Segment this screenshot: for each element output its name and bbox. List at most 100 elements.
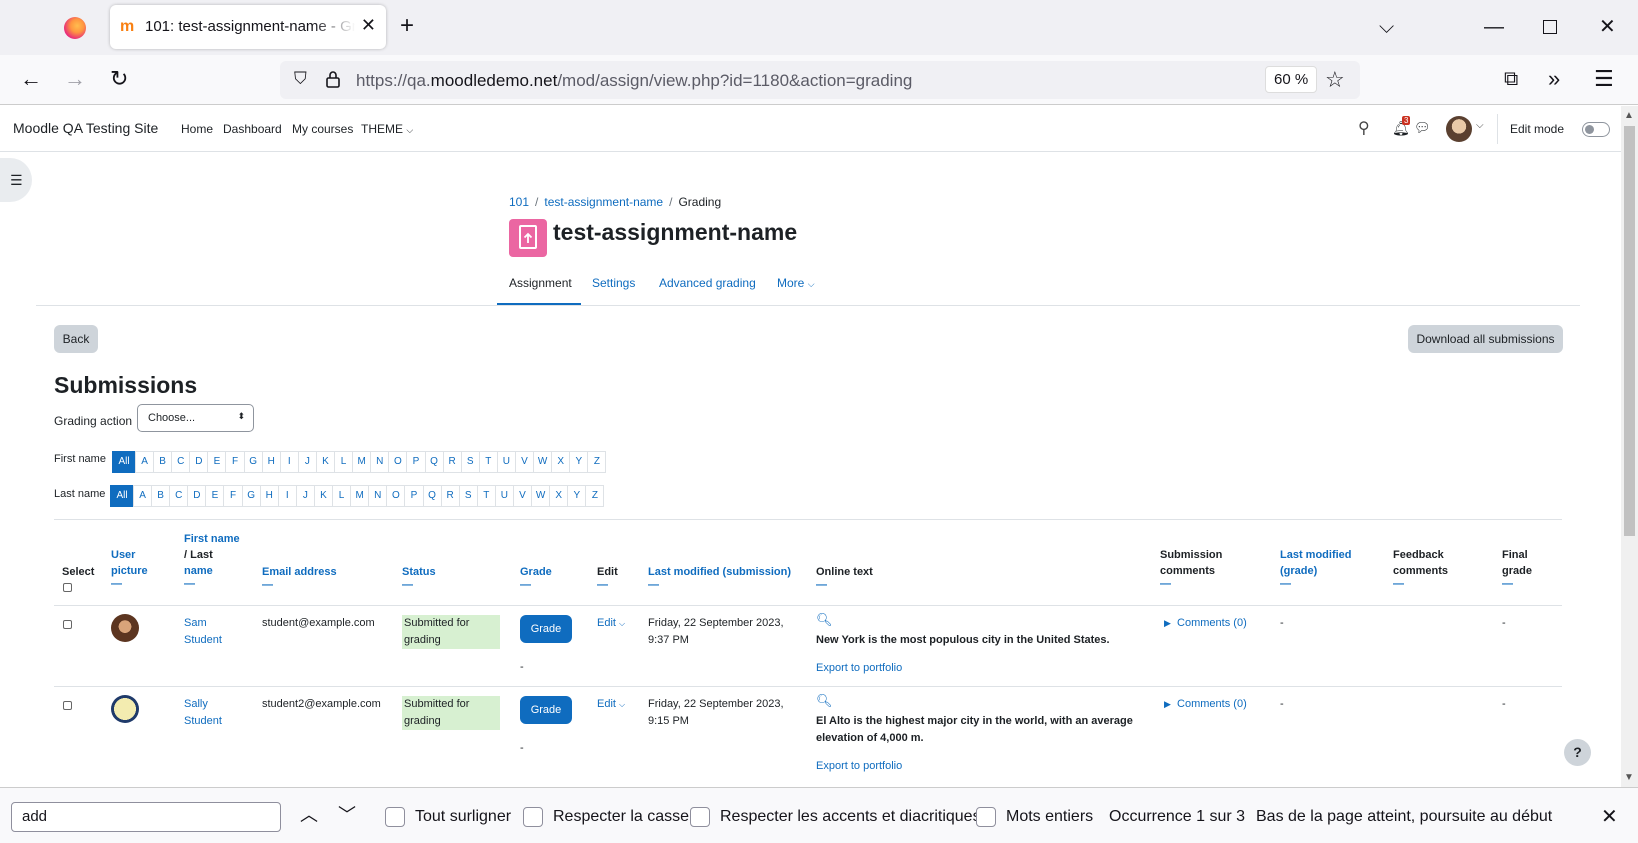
match-case-checkbox[interactable]: Respecter la casse bbox=[523, 807, 689, 827]
th-user-picture[interactable]: User picture — bbox=[111, 547, 148, 590]
export-to-portfolio-link[interactable]: Export to portfolio bbox=[816, 660, 902, 677]
last-name-initial-n[interactable]: N bbox=[368, 485, 388, 507]
close-window-icon[interactable]: ✕ bbox=[1599, 13, 1616, 41]
user-full-name[interactable]: Sam Student bbox=[184, 615, 222, 649]
first-name-initial-m[interactable]: M bbox=[352, 451, 372, 473]
th-grade[interactable]: Grade — bbox=[520, 564, 552, 591]
first-name-initial-k[interactable]: K bbox=[315, 451, 336, 473]
th-email[interactable]: Email address — bbox=[262, 564, 337, 591]
first-name-initial-x[interactable]: X bbox=[551, 451, 571, 473]
first-name-initial-j[interactable]: J bbox=[297, 451, 317, 473]
first-name-initial-t[interactable]: T bbox=[478, 451, 498, 473]
back-button[interactable]: Back bbox=[54, 325, 98, 353]
download-all-submissions-button[interactable]: Download all submissions bbox=[1408, 325, 1563, 353]
last-name-initial-v[interactable]: V bbox=[512, 485, 533, 507]
last-name-initial-b[interactable]: B bbox=[151, 485, 171, 507]
firefox-logo-icon[interactable] bbox=[64, 17, 86, 39]
last-name-initial-a[interactable]: A bbox=[133, 485, 153, 507]
user-avatar[interactable] bbox=[111, 695, 139, 723]
scroll-up-arrow-icon[interactable]: ▲ bbox=[1624, 110, 1634, 121]
more-tools-icon[interactable]: » bbox=[1548, 66, 1560, 92]
first-name-initial-o[interactable]: O bbox=[388, 451, 408, 473]
last-name-initial-s[interactable]: S bbox=[458, 485, 478, 507]
export-to-portfolio-link[interactable]: Export to portfolio bbox=[816, 758, 902, 775]
first-name-initial-y[interactable]: Y bbox=[569, 451, 589, 473]
grade-button[interactable]: Grade bbox=[520, 615, 572, 643]
first-name-initial-c[interactable]: C bbox=[171, 451, 191, 473]
first-name-initial-e[interactable]: E bbox=[207, 451, 227, 473]
help-question-icon[interactable]: ? bbox=[1564, 739, 1591, 766]
first-name-initial-f[interactable]: F bbox=[225, 451, 245, 473]
select-all-checkbox[interactable] bbox=[63, 583, 72, 592]
grade-button[interactable]: Grade bbox=[520, 696, 572, 724]
course-index-toggle[interactable]: ☰ bbox=[0, 158, 32, 202]
row-select-checkbox[interactable] bbox=[63, 620, 72, 629]
forward-arrow-icon[interactable]: → bbox=[64, 66, 86, 92]
zoom-in-icon[interactable]: 🔍︎ bbox=[816, 693, 833, 709]
last-name-initial-j[interactable]: J bbox=[295, 485, 315, 507]
first-name-initial-p[interactable]: P bbox=[406, 451, 426, 473]
zoom-level-badge[interactable]: 60 % bbox=[1265, 66, 1318, 93]
breadcrumb-course[interactable]: 101 bbox=[509, 195, 529, 209]
last-name-initial-f[interactable]: F bbox=[223, 485, 243, 507]
last-name-initial-w[interactable]: W bbox=[531, 485, 551, 507]
tab-assignment[interactable]: Assignment bbox=[509, 276, 572, 290]
first-name-initial-q[interactable]: Q bbox=[424, 451, 444, 473]
grading-action-select[interactable]: Choose... ⬍ bbox=[137, 404, 254, 432]
th-first-last-name[interactable]: First name / Last name — bbox=[184, 531, 240, 590]
tab-close-icon[interactable]: ✕ bbox=[361, 15, 376, 36]
nav-home[interactable]: Home bbox=[181, 122, 213, 136]
tab-settings[interactable]: Settings bbox=[592, 276, 635, 290]
tracking-shield-icon[interactable]: ⛉ bbox=[294, 69, 307, 89]
last-name-initial-t[interactable]: T bbox=[476, 485, 496, 507]
first-name-initial-l[interactable]: L bbox=[334, 451, 354, 473]
last-name-initial-q[interactable]: Q bbox=[422, 485, 442, 507]
first-name-initial-i[interactable]: I bbox=[279, 451, 299, 473]
first-name-initial-u[interactable]: U bbox=[496, 451, 516, 473]
last-name-initial-l[interactable]: L bbox=[332, 485, 352, 507]
th-last-modified-submission[interactable]: Last modified (submission) — bbox=[648, 564, 791, 591]
last-name-initial-g[interactable]: G bbox=[241, 485, 261, 507]
tab-list-icon[interactable]: ⌵ bbox=[1379, 13, 1394, 41]
first-name-initial-r[interactable]: R bbox=[442, 451, 462, 473]
tab-more[interactable]: More ⌵ bbox=[777, 276, 815, 290]
search-icon[interactable]: ⚲ bbox=[1358, 118, 1370, 138]
user-avatar[interactable] bbox=[111, 614, 139, 642]
last-name-initial-m[interactable]: M bbox=[350, 485, 370, 507]
last-name-initial-z[interactable]: Z bbox=[585, 485, 605, 507]
scroll-down-arrow-icon[interactable]: ▼ bbox=[1624, 772, 1634, 783]
chevron-down-icon[interactable]: ⌵ bbox=[1476, 120, 1484, 131]
back-arrow-icon[interactable]: ← bbox=[20, 66, 42, 92]
chat-bubble-icon[interactable]: 💬︎ bbox=[1414, 120, 1431, 136]
lock-icon[interactable] bbox=[326, 70, 340, 88]
last-name-initial-all[interactable]: All bbox=[110, 485, 134, 507]
new-tab-icon[interactable]: + bbox=[400, 12, 414, 40]
edit-menu[interactable]: Edit ⌵ bbox=[597, 615, 625, 632]
user-avatar[interactable] bbox=[1446, 116, 1472, 142]
nav-theme[interactable]: THEME ⌵ bbox=[361, 122, 413, 136]
browser-tab[interactable]: m 101: test-assignment-name - Grading ✕ bbox=[110, 5, 386, 49]
last-name-initial-x[interactable]: X bbox=[549, 485, 569, 507]
match-diacritics-checkbox[interactable]: Respecter les accents et diacritiques bbox=[690, 807, 981, 827]
url-bar[interactable]: ⛉ https://qa.moodledemo.net/mod/assign/v… bbox=[280, 61, 1360, 99]
find-previous-icon[interactable]: ︿ bbox=[300, 801, 318, 827]
comments-toggle[interactable]: ▶ Comments (0) bbox=[1164, 696, 1247, 713]
last-name-initial-u[interactable]: U bbox=[494, 485, 514, 507]
th-last-modified-grade[interactable]: Last modified (grade) — bbox=[1280, 547, 1352, 590]
nav-my-courses[interactable]: My courses bbox=[292, 122, 353, 136]
url-text[interactable]: https://qa.moodledemo.net/mod/assign/vie… bbox=[356, 71, 912, 91]
scrollbar-thumb[interactable] bbox=[1624, 126, 1635, 536]
last-name-initial-p[interactable]: P bbox=[404, 485, 424, 507]
last-name-initial-d[interactable]: D bbox=[187, 485, 207, 507]
edit-menu[interactable]: Edit ⌵ bbox=[597, 696, 625, 713]
last-name-initial-e[interactable]: E bbox=[205, 485, 225, 507]
breadcrumb-assignment[interactable]: test-assignment-name bbox=[544, 195, 663, 209]
edit-mode-toggle[interactable] bbox=[1582, 122, 1610, 137]
first-name-initial-n[interactable]: N bbox=[370, 451, 390, 473]
last-name-initial-o[interactable]: O bbox=[386, 485, 406, 507]
th-status[interactable]: Status — bbox=[402, 564, 436, 591]
last-name-initial-h[interactable]: H bbox=[259, 485, 279, 507]
whole-words-checkbox[interactable]: Mots entiers bbox=[976, 807, 1093, 827]
first-name-initial-w[interactable]: W bbox=[533, 451, 553, 473]
last-name-initial-c[interactable]: C bbox=[169, 485, 189, 507]
